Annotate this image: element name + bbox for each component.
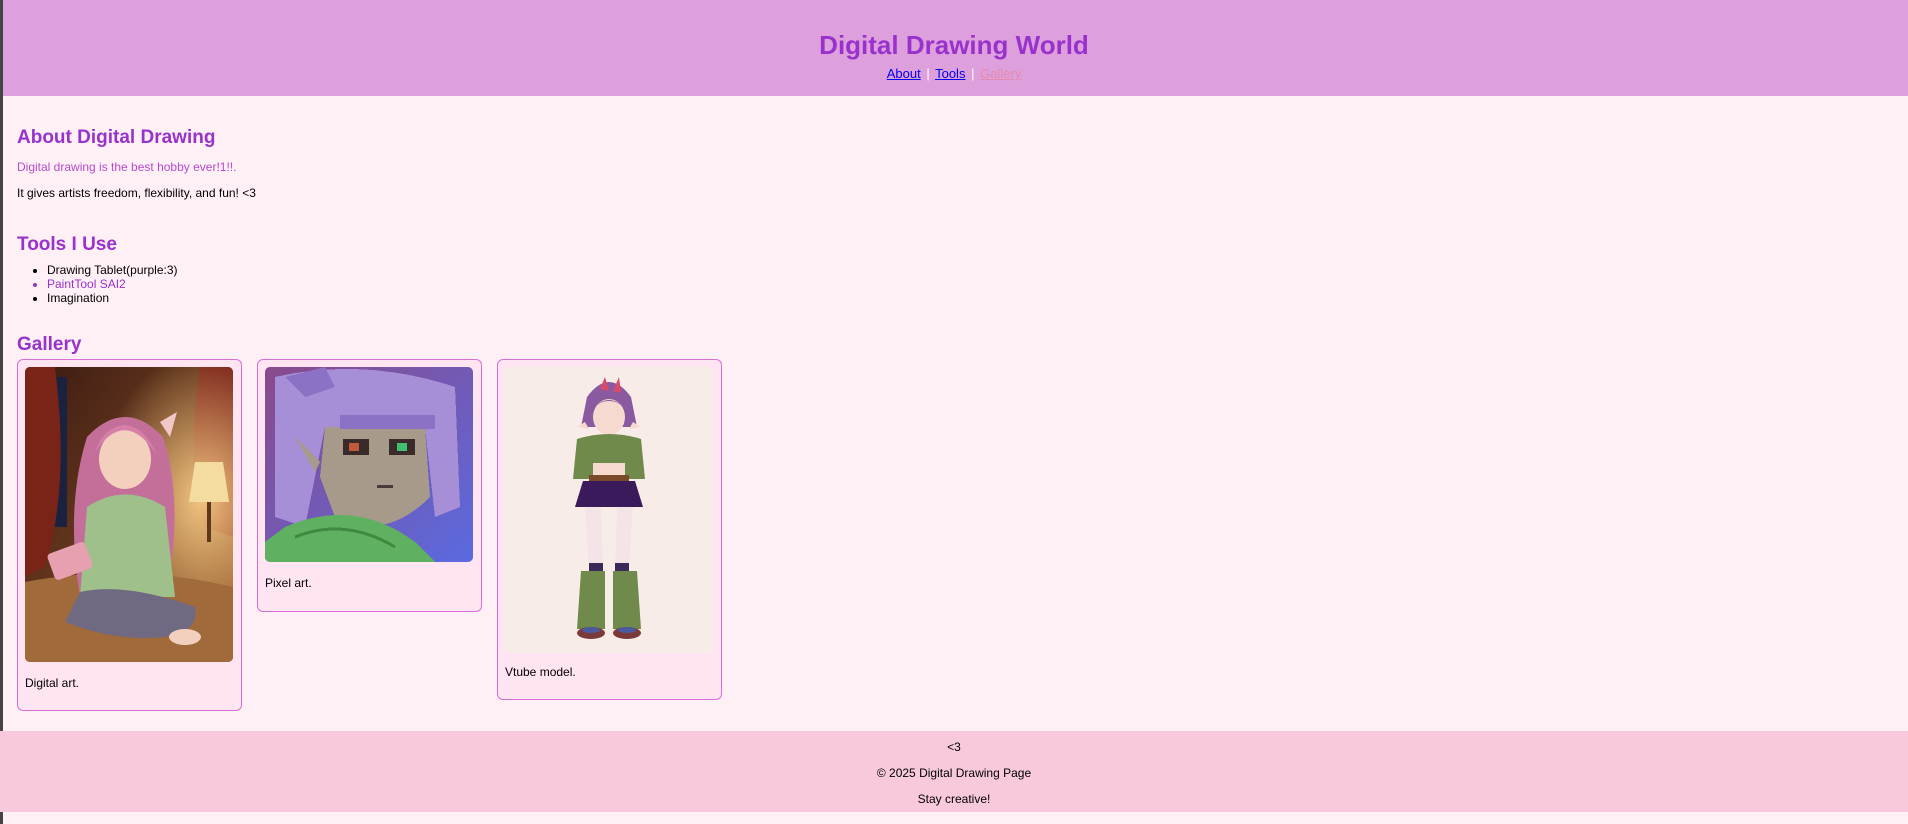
site-footer: <3 © 2025 Digital Drawing Page Stay crea… — [0, 731, 1908, 812]
footer-heart: <3 — [947, 740, 961, 754]
page-frame — [0, 0, 1908, 824]
footer-copyright: © 2025 Digital Drawing Page — [876, 766, 1032, 780]
footer-tagline: Stay creative! — [917, 792, 991, 806]
